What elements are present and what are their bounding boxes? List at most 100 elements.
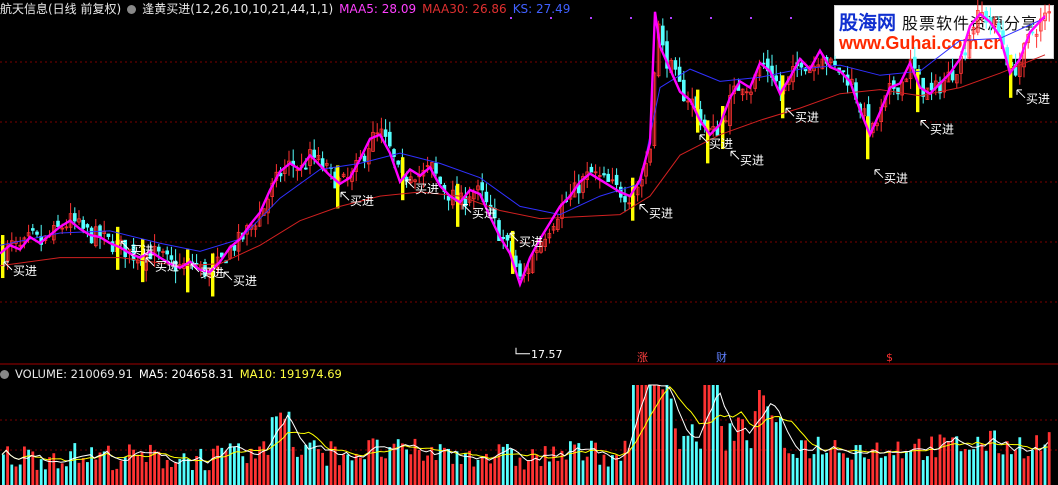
volume-bar: [300, 454, 303, 485]
volume-bar: [60, 463, 64, 485]
volume-bar: [52, 453, 56, 485]
volume-bar: [56, 468, 60, 485]
volume-bar: [963, 449, 967, 485]
candle-body: [518, 263, 522, 277]
volume-bar: [804, 440, 807, 485]
signal-arrow-icon: [223, 271, 233, 281]
volume-bar: [35, 469, 39, 485]
volume-bar: [581, 460, 585, 485]
volume-bar: [1031, 449, 1034, 485]
candle-body: [997, 23, 1001, 33]
yellow-signal-bar: [456, 183, 460, 227]
volume-bar: [674, 428, 677, 485]
candlesticks: [1, 0, 1052, 297]
volume-bar: [455, 451, 459, 485]
volume-bar: [338, 465, 341, 485]
volume-bar: [451, 463, 455, 485]
volume-bars: [2, 385, 1051, 485]
volume-bar: [212, 448, 215, 485]
volume-bar: [774, 422, 778, 485]
signal-arrow-icon: [730, 150, 740, 160]
volume-bar: [812, 454, 816, 485]
volume-bar: [816, 436, 820, 485]
volume-ma-lines: [1, 384, 1049, 464]
top-marker: [710, 17, 712, 19]
volume-bar: [10, 464, 14, 485]
volume-bar: [900, 458, 904, 485]
volume-bar: [388, 447, 392, 485]
candle-body: [799, 62, 804, 68]
volume-bar: [1010, 454, 1013, 485]
volume-bar: [354, 453, 358, 485]
candle-body: [56, 220, 60, 227]
candle-body: [392, 149, 396, 157]
volume-bar: [241, 456, 245, 485]
volume-bar: [1014, 450, 1017, 485]
volume-bar: [863, 457, 866, 485]
volume-bar: [1035, 435, 1038, 485]
yellow-signal-bar: [1009, 54, 1013, 98]
volume-bar: [111, 470, 114, 485]
volume-bar: [191, 470, 194, 485]
volume-bar: [140, 452, 144, 485]
volume-bar: [745, 440, 749, 485]
volume-bar: [640, 385, 644, 485]
yellow-signal-bar: [781, 75, 785, 119]
volume-bar: [270, 417, 274, 485]
candle-body: [661, 25, 665, 46]
volume-bar: [254, 458, 257, 485]
buy-signal-label: 买进: [649, 207, 673, 221]
volume-bar: [14, 466, 18, 485]
volume-bar: [296, 456, 299, 485]
volume-bar: [480, 457, 484, 485]
volume-bar: [1005, 441, 1009, 485]
volume-bar: [249, 448, 253, 485]
volume-bar: [157, 451, 161, 485]
volume-bar: [926, 456, 929, 485]
volume-bar: [279, 412, 282, 485]
volume-bar: [850, 459, 854, 485]
volume-bar: [39, 459, 43, 485]
volume-bar: [896, 441, 900, 485]
volume-bar: [644, 385, 648, 485]
volume-bar: [522, 469, 526, 485]
volume-bar: [69, 451, 72, 485]
volume-bar: [611, 455, 614, 485]
volume-bar: [287, 411, 291, 485]
volume-bar: [959, 451, 963, 485]
volume-bar: [648, 385, 652, 485]
top-marker: [510, 17, 512, 19]
volume-bar: [909, 450, 912, 485]
volume-bar: [564, 459, 568, 485]
volume-bar: [170, 466, 173, 485]
candle-body: [606, 173, 610, 182]
volume-bar: [879, 457, 883, 485]
volume-bar: [699, 448, 702, 485]
volume-bar: [669, 398, 673, 485]
volume-bar: [329, 441, 333, 485]
volume-bar: [350, 460, 354, 485]
volume-bar: [443, 447, 446, 485]
yellow-signal-bar: [336, 165, 340, 209]
volume-bar: [653, 385, 656, 485]
volume-bar: [1043, 444, 1047, 485]
volume-bar: [115, 468, 119, 485]
volume-bar: [548, 461, 551, 485]
volume-bar: [690, 424, 694, 485]
volume-bar: [165, 460, 169, 485]
top-marker: [670, 17, 672, 19]
chart-canvas[interactable]: 买进买进买进 买进买进买进买进买进买进买进买进买进买进买进买进买进17.57 涨财…: [0, 0, 1058, 485]
signal-arrow-icon: [340, 191, 350, 201]
ks-line: [0, 17, 1046, 252]
yellow-signal-bar: [866, 116, 870, 160]
buy-signal-label: 买进: [350, 194, 374, 208]
volume-bar: [724, 450, 728, 485]
volume-bar: [737, 417, 740, 485]
volume-bar: [753, 411, 757, 485]
volume-bar: [569, 441, 572, 485]
volume-bar: [825, 452, 828, 485]
candle-body: [232, 244, 237, 251]
signal-arrow-icon: [639, 204, 649, 213]
volume-bar: [527, 460, 530, 485]
volume-bar: [514, 465, 518, 485]
